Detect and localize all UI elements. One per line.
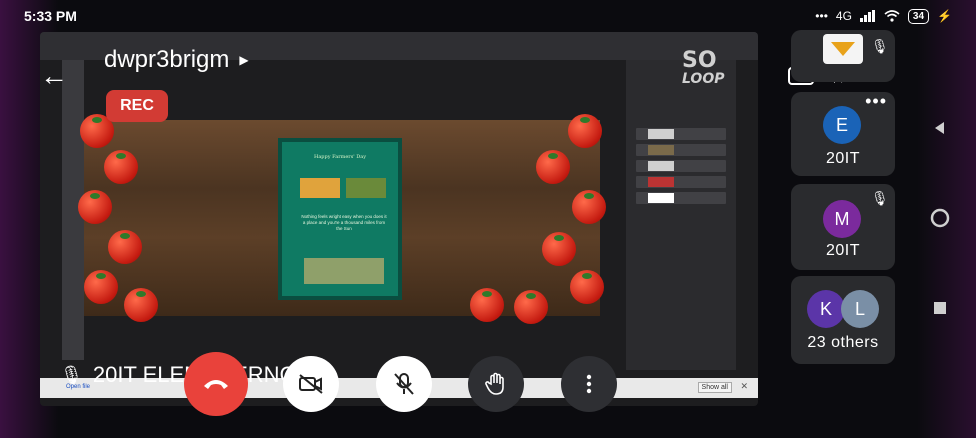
raise-hand-button[interactable] — [468, 356, 524, 412]
recents-square-icon[interactable] — [928, 296, 952, 320]
back-arrow-icon[interactable]: ← — [40, 62, 68, 90]
tomato-image — [84, 270, 118, 304]
participant-name: 20IT — [825, 150, 860, 167]
chevron-right-icon: ▶ — [239, 53, 249, 67]
college-logo — [823, 34, 863, 64]
tomato-image — [78, 190, 112, 224]
meeting-code[interactable]: dwpr3brigm ▶ — [104, 46, 249, 74]
microphone-toggle-button[interactable] — [376, 356, 432, 412]
mic-off-icon: 🎙 — [871, 38, 889, 54]
more-vertical-icon — [586, 374, 592, 394]
tomato-image — [514, 290, 548, 324]
avatar: M — [823, 200, 861, 238]
tomato-image — [124, 288, 158, 322]
card-photo — [304, 258, 384, 284]
charging-icon: ⚡ — [937, 9, 952, 23]
layer-row — [636, 160, 726, 172]
overflow-dots-icon: ••• — [815, 9, 828, 23]
tomato-image — [570, 270, 604, 304]
card-text: Nothing feels wright easy when you does … — [301, 214, 387, 231]
mic-off-icon — [394, 373, 414, 395]
card-photo — [300, 178, 340, 198]
recording-badge: REC — [106, 90, 168, 122]
end-call-icon — [204, 380, 228, 389]
close-icon[interactable]: ✕ — [740, 381, 748, 392]
battery-indicator: 34 — [907, 8, 930, 24]
tomato-image — [104, 150, 138, 184]
more-horizontal-icon[interactable]: ••• — [865, 92, 887, 110]
participant-tile[interactable]: 🎙 — [791, 30, 895, 82]
network-label: 4G — [835, 9, 852, 23]
tomato-image — [470, 288, 504, 322]
participant-name: 20IT — [825, 242, 860, 259]
tomato-image — [536, 150, 570, 184]
mic-off-icon: 🎙 — [871, 190, 889, 206]
card-photo — [346, 178, 386, 198]
layer-row — [636, 176, 726, 188]
camera-off-icon — [299, 374, 323, 394]
shared-screen[interactable]: Happy Farmers' Day Nothing feels wright … — [40, 32, 758, 406]
back-triangle-icon[interactable] — [928, 116, 952, 140]
camera-toggle-button[interactable] — [283, 356, 339, 412]
more-options-button[interactable] — [561, 356, 617, 412]
status-time: 5:33 PM — [24, 8, 77, 24]
signal-icon — [859, 10, 875, 22]
participant-name: 23 others — [807, 334, 879, 351]
avatar: L — [841, 290, 879, 328]
wifi-icon — [884, 10, 900, 22]
home-circle-icon[interactable] — [928, 206, 952, 230]
watermark-logo: SO LOOP — [682, 48, 725, 88]
tomato-image — [568, 114, 602, 148]
layers-panel — [626, 60, 736, 370]
status-icons: ••• 4G 34 ⚡ — [815, 8, 952, 24]
tomato-image — [572, 190, 606, 224]
tomato-image — [542, 232, 576, 266]
participant-tile-others[interactable]: K L 23 others — [791, 276, 895, 364]
avatar: K — [807, 290, 845, 328]
raise-hand-icon — [485, 372, 504, 395]
end-call-button[interactable] — [184, 352, 248, 416]
card-title: Happy Farmers' Day — [313, 154, 367, 160]
greeting-card: Happy Farmers' Day Nothing feels wright … — [278, 138, 402, 300]
meeting-code-text: dwpr3brigm — [104, 46, 230, 73]
show-all-button[interactable]: Show all — [697, 382, 732, 393]
layer-row — [636, 144, 726, 156]
participant-tile[interactable]: ••• E 20IT — [791, 92, 895, 176]
avatar: E — [823, 106, 861, 144]
tomato-image — [108, 230, 142, 264]
participant-tile[interactable]: 🎙 M 20IT — [791, 184, 895, 270]
layer-row — [636, 128, 726, 140]
layer-row — [636, 192, 726, 204]
mic-off-icon: 🎙 — [60, 364, 83, 385]
status-bar: 5:33 PM ••• 4G 34 ⚡ — [12, 0, 962, 32]
